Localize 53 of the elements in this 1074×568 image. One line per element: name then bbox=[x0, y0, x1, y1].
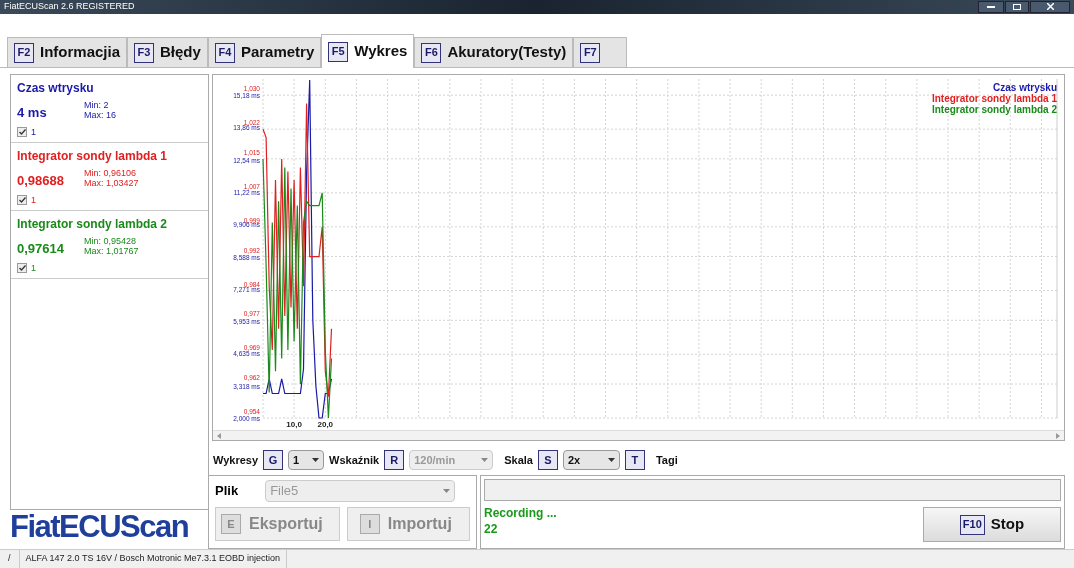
key-badge: G bbox=[263, 450, 284, 470]
tab[interactable]: F3 Błędy bbox=[127, 37, 208, 67]
max-value: Max: 1,01767 bbox=[84, 246, 139, 256]
file-label: Plik bbox=[215, 482, 239, 501]
recording-status: Recording ... bbox=[484, 505, 557, 521]
tab[interactable]: F6 Akuratory(Testy) bbox=[414, 37, 574, 67]
x-tick-label: 20,0 bbox=[317, 420, 334, 429]
indicator-label: Wskaźnik bbox=[329, 452, 380, 468]
legend-label: Czas wtrysku bbox=[993, 82, 1057, 93]
key-badge: T bbox=[624, 450, 645, 470]
min-value: Min: 0,95428 bbox=[84, 236, 138, 246]
parameter-name: Czas wtrysku bbox=[17, 80, 95, 97]
parameter-value: 4 ms bbox=[17, 104, 48, 122]
charts-select[interactable]: 1 bbox=[288, 450, 325, 470]
legend-label: Integrator sondy lambda 1 bbox=[931, 93, 1057, 104]
min-value: Min: 2 bbox=[84, 100, 110, 110]
parameter-name: Integrator sondy lambda 1 bbox=[17, 148, 169, 165]
key-badge: E bbox=[221, 514, 241, 534]
scale-label: Skala bbox=[504, 452, 533, 468]
tab[interactable]: F7 bbox=[573, 37, 628, 67]
key-badge: S bbox=[537, 450, 558, 470]
stop-button[interactable]: F10 Stop bbox=[923, 507, 1061, 542]
checkbox-label: 1 bbox=[31, 125, 36, 139]
tab[interactable]: F5 Wykres bbox=[321, 34, 415, 68]
key-badge: F3 bbox=[134, 42, 155, 63]
tab[interactable]: F4 Parametry bbox=[207, 37, 322, 67]
parameter-value: 0,98688 bbox=[17, 172, 65, 190]
status-bar-field: ALFA 147 2.0 TS 16V / Bosch Motronic Me7.3.1 EOBD injection bbox=[19, 550, 287, 568]
x-tick-label: 10,0 bbox=[286, 420, 302, 429]
logo: FiatECUScan bbox=[10, 508, 189, 546]
key-badge: F4 bbox=[214, 42, 235, 63]
key-badge: F10 bbox=[959, 514, 985, 535]
tab[interactable]: F2 Informacjia bbox=[7, 37, 128, 67]
recording-count: 22 bbox=[484, 521, 499, 537]
key-badge: I bbox=[359, 514, 380, 534]
min-value: Min: 0,96106 bbox=[84, 168, 138, 178]
key-badge: F6 bbox=[421, 42, 442, 63]
max-value: Max: 16 bbox=[84, 110, 116, 120]
window-title: FiatECUScan 2.6 REGISTERED bbox=[4, 0, 135, 13]
parameter-value: 0,97614 bbox=[17, 240, 65, 258]
key-badge: F2 bbox=[14, 42, 34, 63]
status-bar-field: / bbox=[0, 550, 20, 568]
key-badge: F7 bbox=[580, 42, 601, 63]
charts-label: Wykresy bbox=[213, 452, 259, 468]
scale-select[interactable]: 2x bbox=[562, 450, 620, 470]
max-value: Max: 1,03427 bbox=[84, 178, 139, 188]
key-badge: R bbox=[384, 450, 405, 470]
checkbox-label: 1 bbox=[31, 193, 36, 207]
tags-label: Tagi bbox=[655, 452, 678, 468]
checkbox-label: 1 bbox=[31, 261, 36, 275]
legend-label: Integrator sondy lambda 2 bbox=[931, 104, 1057, 115]
parameter-name: Integrator sondy lambda 2 bbox=[17, 216, 169, 233]
key-badge: F5 bbox=[328, 41, 349, 62]
